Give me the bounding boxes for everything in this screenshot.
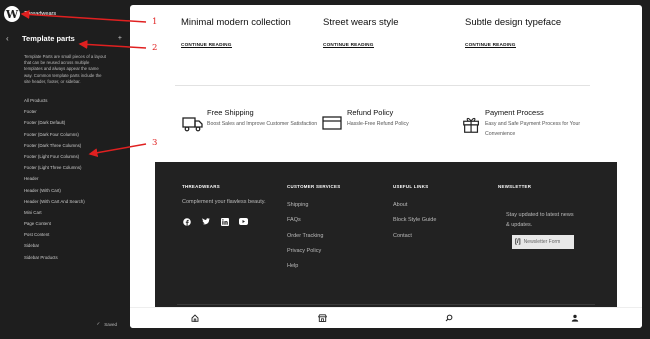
editor-canvas[interactable]: Minimal modern collection CONTINUE READI… [130, 5, 642, 328]
footer-divider [177, 304, 595, 305]
template-part-item[interactable]: Header [0, 173, 130, 184]
social-icons [182, 217, 266, 226]
account-icon[interactable] [570, 313, 580, 323]
post-title[interactable]: Minimal modern collection [181, 17, 323, 28]
template-part-item[interactable]: Footer [0, 106, 130, 117]
site-hub: W Threadwears [0, 0, 130, 28]
customer-services-heading: CUSTOMER SERVICES [287, 184, 341, 189]
footer-brand-heading: THREADWEARS [182, 184, 220, 189]
footer-brand-text: Complement your flawless beauty. [182, 199, 266, 205]
feature-refund: Refund Policy Hassle-Free Refund Policy [321, 108, 461, 139]
shortcode-icon: [/] [515, 239, 521, 245]
footer-link[interactable]: Help [287, 263, 377, 278]
useful-links: About Block Style Guide Contact [393, 202, 483, 248]
template-part-item[interactable]: Post Content [0, 229, 130, 240]
footer-customer-column: CUSTOMER SERVICES Shipping FAQs Order Tr… [287, 184, 377, 278]
post-title[interactable]: Subtle design typeface [465, 17, 607, 28]
template-part-item[interactable]: Footer (Dark Four Columns) [0, 129, 130, 140]
home-icon[interactable] [190, 313, 200, 323]
footer-link[interactable]: FAQs [287, 217, 377, 232]
footer-useful-column: USEFUL LINKS About Block Style Guide Con… [393, 184, 483, 248]
post-card: Minimal modern collection CONTINUE READI… [181, 17, 323, 51]
footer-link[interactable]: About [393, 202, 483, 217]
check-icon: ✓ [96, 321, 101, 326]
feature-description: Hassle-Free Refund Policy [347, 121, 409, 127]
footer-brand-column: THREADWEARS Complement your flawless bea… [182, 184, 266, 226]
newsletter-text: Stay updated to latest news & updates. [506, 212, 574, 228]
footer-newsletter-column: NEWSLETTER Stay updated to latest news &… [498, 184, 598, 249]
site-footer[interactable]: THREADWEARS Complement your flawless bea… [155, 162, 617, 309]
panel-header: ‹ Template parts + [0, 30, 130, 46]
continue-reading-link[interactable]: CONTINUE READING [181, 42, 232, 48]
feature-payment: Payment Process Easy and Safe Payment Pr… [461, 108, 601, 139]
template-part-item[interactable]: Footer (Dark Three Columns) [0, 140, 130, 151]
post-title[interactable]: Street wears style [323, 17, 465, 28]
search-icon[interactable] [444, 313, 454, 323]
useful-links-heading: USEFUL LINKS [393, 184, 429, 189]
template-parts-sidebar: W Threadwears ‹ Template parts + Templat… [0, 0, 130, 339]
wordpress-logo-icon[interactable]: W [4, 6, 20, 22]
annotation-number: 1 [152, 17, 158, 27]
template-part-item[interactable]: Footer (Light Four Columns) [0, 151, 130, 162]
newsletter-form-block[interactable]: [/] Newsletter Form [512, 235, 574, 249]
template-part-item[interactable]: Page Content [0, 218, 130, 229]
truck-icon [182, 117, 203, 132]
footer-link[interactable]: Block Style Guide [393, 217, 483, 232]
newsletter-heading: NEWSLETTER [498, 184, 532, 189]
feature-title: Refund Policy [347, 108, 394, 117]
customer-links: Shipping FAQs Order Tracking Privacy Pol… [287, 202, 377, 278]
newsletter-form-label: Newsletter Form [523, 239, 561, 245]
footer-link[interactable]: Privacy Policy [287, 248, 377, 263]
panel-description: Template Parts are small pieces of a lay… [24, 54, 106, 84]
footer-link[interactable]: Contact [393, 233, 483, 248]
feature-title: Free Shipping [207, 108, 254, 117]
linkedin-icon[interactable] [220, 217, 229, 226]
feature-title: Payment Process [484, 108, 544, 117]
footer-link[interactable]: Shipping [287, 202, 377, 217]
chevron-left-icon[interactable]: ‹ [6, 34, 16, 43]
saved-label: Saved [104, 321, 117, 327]
continue-reading-link[interactable]: CONTINUE READING [465, 42, 516, 48]
panel-title: Template parts [22, 33, 75, 43]
card-icon [322, 116, 342, 130]
template-part-item[interactable]: Footer (Dark Default) [0, 117, 130, 128]
gift-icon [463, 117, 479, 133]
template-part-item[interactable]: Header (With Cart) [0, 185, 130, 196]
store-icon[interactable] [317, 313, 327, 323]
features-row: Free Shipping Boost Sales and Improve Cu… [181, 108, 601, 139]
template-part-list: All Products Footer Footer (Dark Default… [0, 95, 130, 263]
bottom-navigation [130, 307, 642, 328]
template-part-item[interactable]: Sidebar [0, 240, 130, 251]
post-grid: Minimal modern collection CONTINUE READI… [181, 17, 607, 51]
template-part-item[interactable]: Mini Cart [0, 207, 130, 218]
feature-shipping: Free Shipping Boost Sales and Improve Cu… [181, 108, 321, 139]
template-part-item[interactable]: Header (With Cart And Search) [0, 196, 130, 207]
plus-icon[interactable]: + [118, 35, 122, 42]
continue-reading-link[interactable]: CONTINUE READING [323, 42, 374, 48]
youtube-icon[interactable] [239, 217, 248, 226]
feature-description: Boost Sales and Improve Customer Satisfa… [207, 121, 318, 127]
annotation-number: 3 [152, 138, 158, 148]
site-editor: W Threadwears ‹ Template parts + Templat… [0, 0, 650, 339]
feature-description: Easy and Safe Payment Process for Your C… [484, 121, 581, 137]
template-part-item[interactable]: All Products [0, 95, 130, 106]
post-card: Street wears style CONTINUE READING [323, 17, 465, 51]
post-card: Subtle design typeface CONTINUE READING [465, 17, 607, 51]
footer-link[interactable]: Order Tracking [287, 233, 377, 248]
template-part-item[interactable]: Footer (Light Three Columns) [0, 162, 130, 173]
facebook-icon[interactable] [182, 217, 191, 226]
annotation-number: 2 [152, 43, 158, 53]
site-name[interactable]: Threadwears [24, 11, 56, 17]
template-part-item[interactable]: Sidebar Products [0, 252, 130, 263]
twitter-icon[interactable] [201, 217, 210, 226]
save-status[interactable]: ✓ Saved [96, 321, 117, 327]
divider [175, 85, 590, 86]
